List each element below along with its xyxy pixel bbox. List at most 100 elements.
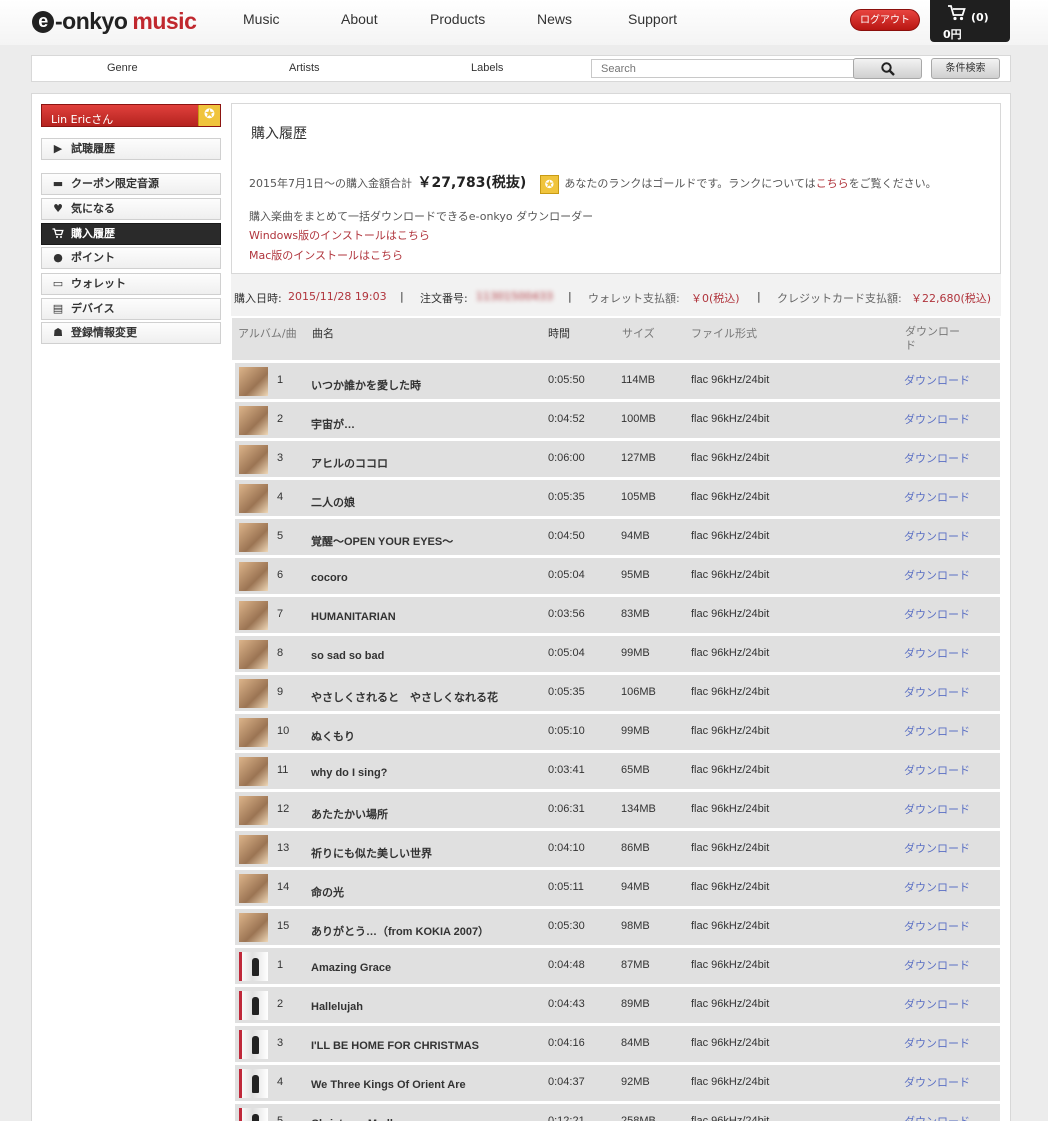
mac-install-link[interactable]: Mac版のインストールはこちら bbox=[249, 247, 403, 263]
track-duration: 0:05:50 bbox=[548, 374, 585, 386]
album-art[interactable] bbox=[239, 1108, 268, 1121]
sidebar-item-coupon[interactable]: ▬ クーポン限定音源 bbox=[41, 173, 221, 195]
album-art[interactable] bbox=[239, 445, 268, 474]
logout-button[interactable]: ログアウト bbox=[850, 9, 920, 31]
album-art[interactable] bbox=[239, 835, 268, 864]
album-art[interactable] bbox=[239, 874, 268, 903]
track-format: flac 96kHz/24bit bbox=[691, 452, 770, 464]
track-size: 127MB bbox=[621, 452, 656, 464]
download-link[interactable]: ダウンロード bbox=[904, 450, 970, 466]
search-button[interactable] bbox=[853, 58, 922, 79]
download-link[interactable]: ダウンロード bbox=[904, 645, 970, 661]
track-number: 14 bbox=[277, 881, 290, 893]
track-format: flac 96kHz/24bit bbox=[691, 1115, 770, 1121]
album-art[interactable] bbox=[239, 640, 268, 669]
page-title-box: 購入履歴 bbox=[231, 103, 1001, 161]
download-link[interactable]: ダウンロード bbox=[904, 879, 970, 895]
download-link[interactable]: ダウンロード bbox=[904, 1074, 970, 1090]
album-art[interactable] bbox=[239, 367, 268, 396]
download-link[interactable]: ダウンロード bbox=[904, 801, 970, 817]
download-link[interactable]: ダウンロード bbox=[904, 567, 970, 583]
nav-music[interactable]: Music bbox=[243, 11, 280, 27]
track-size: 106MB bbox=[621, 686, 656, 698]
download-link[interactable]: ダウンロード bbox=[904, 372, 970, 388]
subnav-artists[interactable]: Artists bbox=[289, 62, 320, 74]
nav-about[interactable]: About bbox=[341, 11, 378, 27]
track-number: 1 bbox=[277, 959, 284, 971]
order-number-value: 11301500433 bbox=[476, 290, 553, 303]
windows-install-link[interactable]: Windows版のインストールはこちら bbox=[249, 227, 430, 243]
album-art[interactable] bbox=[239, 601, 268, 630]
table-row: 2 宇宙が… 0:04:52 100MB flac 96kHz/24bit ダウンロード bbox=[232, 402, 1000, 438]
sidebar-item-wallet[interactable]: ▭ ウォレット bbox=[41, 273, 221, 295]
album-art[interactable] bbox=[239, 1069, 268, 1098]
download-link[interactable]: ダウンロード bbox=[904, 684, 970, 700]
track-title: Hallelujah bbox=[311, 1001, 363, 1013]
album-art[interactable] bbox=[239, 484, 268, 513]
logo-music-text: music bbox=[132, 8, 197, 34]
header-title: 曲名 bbox=[312, 327, 334, 340]
subnav-labels[interactable]: Labels bbox=[471, 62, 503, 74]
track-number: 1 bbox=[277, 374, 284, 386]
track-size: 89MB bbox=[621, 998, 650, 1010]
sidebar-item-points[interactable]: ● ポイント bbox=[41, 247, 221, 269]
subnav-genre[interactable]: Genre bbox=[107, 62, 138, 74]
track-format: flac 96kHz/24bit bbox=[691, 764, 770, 776]
track-size: 87MB bbox=[621, 959, 650, 971]
track-size: 134MB bbox=[621, 803, 656, 815]
track-title: Amazing Grace bbox=[311, 962, 392, 974]
track-title: cocoro bbox=[311, 572, 348, 584]
download-link[interactable]: ダウンロード bbox=[904, 996, 970, 1012]
sidebar-item-label: デバイス bbox=[71, 302, 115, 315]
sidebar-item-account-settings[interactable]: ☗ 登録情報変更 bbox=[41, 322, 221, 344]
album-art[interactable] bbox=[239, 679, 268, 708]
track-format: flac 96kHz/24bit bbox=[691, 803, 770, 815]
table-row: 10 ぬくもり 0:05:10 99MB flac 96kHz/24bit ダウンロード bbox=[232, 714, 1000, 750]
album-art[interactable] bbox=[239, 406, 268, 435]
download-link[interactable]: ダウンロード bbox=[904, 918, 970, 934]
album-art[interactable] bbox=[239, 913, 268, 942]
download-link[interactable]: ダウンロード bbox=[904, 528, 970, 544]
download-link[interactable]: ダウンロード bbox=[904, 411, 970, 427]
album-art[interactable] bbox=[239, 523, 268, 552]
album-art[interactable] bbox=[239, 757, 268, 786]
user-name: Lin Ericさん bbox=[51, 113, 114, 126]
track-size: 99MB bbox=[621, 647, 650, 659]
album-art[interactable] bbox=[239, 796, 268, 825]
gold-rank-icon: ✪ bbox=[539, 174, 559, 194]
sidebar-item-listening-history[interactable]: ▶ 試聴履歴 bbox=[41, 138, 221, 160]
download-link[interactable]: ダウンロード bbox=[904, 840, 970, 856]
nav-products[interactable]: Products bbox=[430, 11, 485, 27]
nav-support[interactable]: Support bbox=[628, 11, 677, 27]
download-link[interactable]: ダウンロード bbox=[904, 1113, 970, 1121]
track-duration: 0:04:16 bbox=[548, 1037, 585, 1049]
album-art[interactable] bbox=[239, 952, 268, 981]
album-art[interactable] bbox=[239, 1030, 268, 1059]
wallet-icon: ▭ bbox=[52, 277, 64, 290]
sidebar-item-favorites[interactable]: ♥ 気になる bbox=[41, 198, 221, 220]
download-link[interactable]: ダウンロード bbox=[904, 1035, 970, 1051]
download-link[interactable]: ダウンロード bbox=[904, 762, 970, 778]
track-duration: 0:05:35 bbox=[548, 491, 585, 503]
advanced-search-button[interactable]: 条件検索 bbox=[931, 58, 1000, 79]
table-row: 4 We Three Kings Of Orient Are 0:04:37 92MB… bbox=[232, 1065, 1000, 1101]
album-art[interactable] bbox=[239, 991, 268, 1020]
album-art[interactable] bbox=[239, 718, 268, 747]
cart-widget[interactable]: (0) 0円 bbox=[930, 0, 1010, 42]
album-art[interactable] bbox=[239, 562, 268, 591]
site-logo[interactable]: e -onkyo music bbox=[32, 8, 197, 35]
track-title: so sad so bad bbox=[311, 650, 385, 662]
rank-info-link[interactable]: こちら bbox=[816, 177, 849, 190]
download-link[interactable]: ダウンロード bbox=[904, 489, 970, 505]
download-link[interactable]: ダウンロード bbox=[904, 957, 970, 973]
download-link[interactable]: ダウンロード bbox=[904, 606, 970, 622]
search-input[interactable] bbox=[591, 59, 855, 78]
user-name-bar[interactable]: Lin Ericさん ✪ bbox=[41, 104, 221, 127]
nav-news[interactable]: News bbox=[537, 11, 572, 27]
track-format: flac 96kHz/24bit bbox=[691, 491, 770, 503]
track-format: flac 96kHz/24bit bbox=[691, 920, 770, 932]
sidebar-item-devices[interactable]: ▤ デバイス bbox=[41, 298, 221, 320]
logo-e-mark: e bbox=[32, 11, 54, 33]
sidebar-item-purchase-history[interactable]: 購入履歴 bbox=[41, 223, 221, 245]
download-link[interactable]: ダウンロード bbox=[904, 723, 970, 739]
